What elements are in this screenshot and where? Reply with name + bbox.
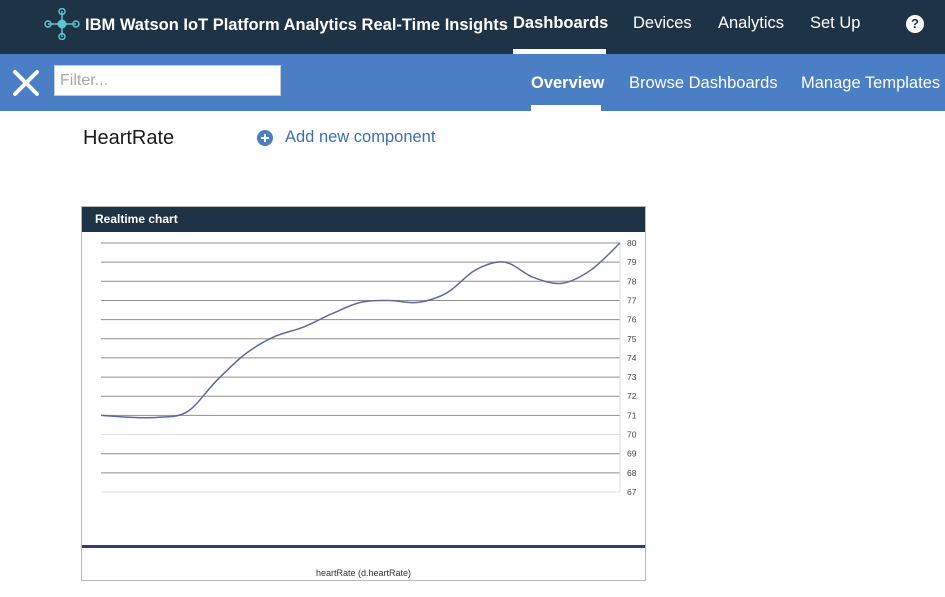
watson-iot-logo-icon	[44, 8, 80, 40]
add-component-label: Add new component	[285, 128, 436, 146]
y-tick-label: 69	[627, 449, 637, 459]
tab-manage-templates[interactable]: Manage Templates	[801, 74, 940, 93]
y-tick-label: 73	[627, 372, 637, 382]
app-title: IBM Watson IoT Platform Analytics Real-T…	[85, 16, 508, 34]
nav-devices[interactable]: Devices	[633, 14, 692, 33]
y-tick-label: 74	[627, 353, 637, 363]
tab-browse-dashboards[interactable]: Browse Dashboards	[629, 74, 778, 93]
filter-input[interactable]	[54, 65, 281, 96]
y-tick-label: 70	[627, 430, 637, 440]
close-icon[interactable]	[10, 67, 42, 99]
page-title: HeartRate	[83, 127, 175, 149]
y-tick-label: 75	[627, 334, 637, 344]
nav-analytics[interactable]: Analytics	[718, 14, 784, 33]
plus-circle-icon	[257, 130, 273, 146]
y-tick-label: 67	[627, 487, 637, 497]
card-title: Realtime chart	[95, 212, 178, 226]
active-tab-indicator	[531, 105, 601, 111]
top-header: IBM Watson IoT Platform Analytics Real-T…	[0, 0, 945, 54]
x-axis-label: heartRate (d.heartRate)	[315, 568, 412, 578]
chart-baseline	[82, 545, 645, 548]
question-mark-icon[interactable]: ?	[906, 15, 924, 33]
y-tick-label: 71	[627, 410, 637, 420]
y-tick-label: 79	[627, 257, 637, 267]
y-tick-label: 78	[627, 276, 637, 286]
nav-set-up[interactable]: Set Up	[810, 14, 860, 33]
y-tick-label: 77	[627, 295, 637, 305]
card-header: Realtime chart	[82, 207, 645, 232]
y-tick-label: 76	[627, 315, 637, 325]
line-chart: 80 79 78 77 76 75 74 73 72 71 70 69 68 67	[100, 238, 637, 497]
sub-header: Overview Browse Dashboards Manage Templa…	[0, 54, 945, 111]
series-line	[100, 242, 621, 419]
nav-dashboards[interactable]: Dashboards	[513, 14, 608, 33]
realtime-chart-card: Realtime chart 80 79 78 77 76 75 74 73 72 71 70 69 6…	[81, 206, 646, 581]
y-tick-label: 68	[627, 468, 637, 478]
y-tick-label: 80	[627, 238, 637, 248]
y-tick-label: 72	[627, 391, 637, 401]
tab-overview[interactable]: Overview	[531, 74, 604, 93]
